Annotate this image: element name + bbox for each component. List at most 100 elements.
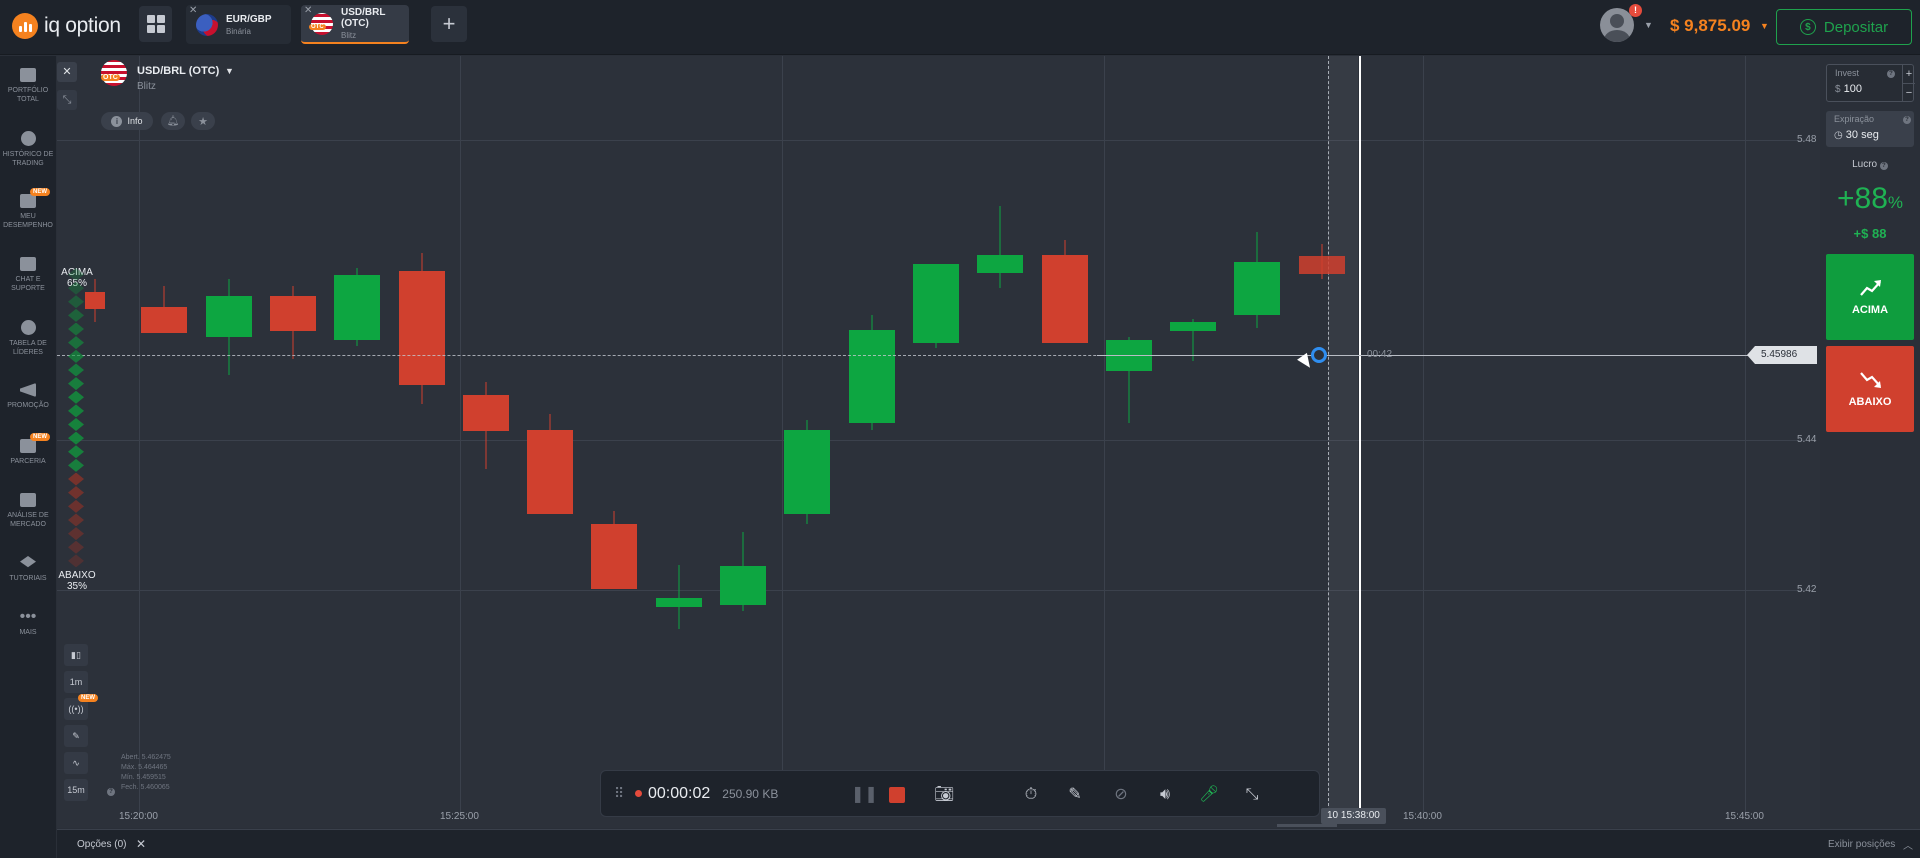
- add-tab-button[interactable]: +: [431, 6, 467, 42]
- close-chart-icon[interactable]: ✕: [57, 62, 77, 82]
- expiry-label: Expiração: [1834, 114, 1875, 124]
- candle: [269, 286, 316, 359]
- recording-size: 250.90 KB: [722, 786, 779, 801]
- camera-icon[interactable]: 📷︎: [934, 785, 954, 805]
- current-price-tag: 5.45986: [1747, 346, 1817, 364]
- collapse-icon[interactable]: ⤡: [57, 90, 77, 110]
- invest-field[interactable]: Invest ? $ 100 + −: [1826, 64, 1915, 102]
- x-tick-label: 15:25:00: [440, 811, 479, 822]
- tab-eur-gbp[interactable]: ✕ EUR/GBP Binária: [186, 5, 291, 44]
- interval-button[interactable]: 15m: [64, 779, 88, 801]
- indicators-button[interactable]: ∿: [64, 752, 88, 774]
- wave-icon: ∿: [72, 757, 80, 768]
- sidebar-item-more[interactable]: ••• MAIS: [0, 609, 56, 637]
- sentiment-chevron: [68, 295, 84, 309]
- candle-body: [1234, 262, 1281, 315]
- webcam-off-icon[interactable]: ⊘: [1111, 785, 1131, 805]
- asset-grid-button[interactable]: [139, 6, 172, 42]
- timeframe-button[interactable]: 1m: [64, 671, 88, 693]
- sentiment-chevron: [68, 486, 84, 500]
- asset-header[interactable]: OTC USD/BRL (OTC) ▼ Blitz: [101, 60, 234, 92]
- gridline-vertical: [1104, 56, 1105, 816]
- asset-chevron-down-icon[interactable]: ▼: [225, 66, 234, 76]
- deposit-label: Depositar: [1823, 18, 1889, 36]
- candle-body: [1298, 256, 1345, 274]
- tab-title: EUR/GBP: [226, 13, 272, 25]
- new-badge: NEW: [30, 188, 50, 196]
- speaker-icon[interactable]: 🔊︎: [1155, 785, 1175, 805]
- sidebar-item-market-analysis[interactable]: ANÁLISE DE MERCADO: [0, 493, 56, 529]
- sell-down-button[interactable]: ABAIXO: [1826, 346, 1914, 432]
- favorite-button[interactable]: ★: [191, 112, 215, 130]
- close-tab-icon[interactable]: ✕: [304, 5, 312, 16]
- buy-up-button[interactable]: ACIMA: [1826, 254, 1914, 340]
- sentiment-chevron: [68, 472, 84, 486]
- close-tab-icon[interactable]: ✕: [189, 5, 197, 16]
- sidebar-item-portfolio[interactable]: PORTFÓLIO TOTAL: [0, 68, 56, 104]
- microphone-icon[interactable]: 🎤︎: [1199, 785, 1219, 805]
- alert-button[interactable]: 🔔︎: [161, 112, 185, 130]
- candle: [205, 278, 252, 375]
- expiry-field[interactable]: Expiração ? ◷ 30 seg: [1826, 111, 1914, 147]
- sentiment-down-label: ABAIXO: [58, 570, 96, 581]
- asset-type: Blitz: [137, 81, 156, 92]
- sidebar-item-promotion[interactable]: PROMOÇÃO: [0, 383, 56, 410]
- drag-handle-icon[interactable]: ⠿: [614, 785, 624, 802]
- clock-icon: [20, 131, 36, 146]
- show-positions-link[interactable]: Exibir posições: [1828, 839, 1895, 850]
- sidebar-item-partnership[interactable]: NEW PARCERIA: [0, 433, 56, 466]
- candle: [1298, 243, 1345, 279]
- gridline-horizontal: [57, 140, 1807, 141]
- sentiment-chevron: [68, 390, 84, 404]
- sidebar-item-leaderboard[interactable]: TABELA DE LÍDERES: [0, 320, 56, 357]
- sidebar-item-history[interactable]: HISTÓRICO DE TRADING: [0, 131, 56, 168]
- deposit-button[interactable]: $ Depositar: [1776, 9, 1912, 45]
- grid-icon: [146, 15, 165, 33]
- gridline-horizontal: [57, 590, 1807, 591]
- stop-button[interactable]: [887, 785, 907, 805]
- options-tab[interactable]: Opções (0): [77, 839, 126, 850]
- help-icon[interactable]: ?: [1887, 70, 1895, 78]
- sidebar-item-tutorials[interactable]: TUTORIAIS: [0, 556, 56, 583]
- invest-value: $ 100: [1835, 83, 1862, 95]
- sentiment-chevron: [68, 458, 84, 472]
- pause-icon[interactable]: ❚❚: [851, 785, 878, 805]
- sidebar-item-performance[interactable]: NEW MEU DESEMPENHO: [0, 188, 56, 230]
- candle-body: [591, 524, 638, 589]
- logo[interactable]: iq option: [12, 12, 121, 40]
- candle: [655, 565, 702, 629]
- sentiment-chevron: [68, 308, 84, 322]
- chart-type-button[interactable]: ▮▯: [64, 644, 88, 666]
- decrease-button[interactable]: −: [1902, 83, 1915, 101]
- candle-body: [912, 263, 959, 343]
- minimize-icon[interactable]: ⤡: [1242, 785, 1262, 805]
- briefcase-icon: [20, 68, 36, 82]
- chevron-up-icon[interactable]: ︿: [1903, 837, 1913, 852]
- signal-icon: ((•)): [68, 704, 84, 714]
- recording-dot-icon: [635, 790, 642, 797]
- scroll-bar[interactable]: [1277, 824, 1337, 827]
- candle-wick: [999, 206, 1001, 288]
- analysis-icon: [20, 493, 36, 507]
- help-icon[interactable]: ?: [1903, 116, 1911, 124]
- sidebar-item-chat[interactable]: CHAT E SUPORTE: [0, 257, 56, 293]
- x-tick-label: 15:20:00: [119, 811, 158, 822]
- deposit-icon: $: [1799, 19, 1816, 35]
- dashboard-icon: [20, 194, 36, 208]
- pen-icon[interactable]: ✎: [1065, 785, 1085, 805]
- info-button[interactable]: i Info: [101, 112, 153, 130]
- timer-icon[interactable]: ⏱︎: [1021, 785, 1041, 805]
- chart-area[interactable]: 00:42 5.45986 ✕ ⤡ OTC USD/BRL (OTC) ▼ Bl…: [57, 56, 1820, 828]
- balance[interactable]: $ 9,875.09: [1670, 16, 1750, 36]
- candle-body: [269, 296, 316, 332]
- increase-button[interactable]: +: [1902, 65, 1915, 83]
- help-icon[interactable]: ?: [107, 788, 115, 796]
- avatar-chevron-down-icon[interactable]: ▼: [1644, 20, 1653, 30]
- candle: [462, 382, 509, 469]
- tab-usd-brl[interactable]: ✕ OTC USD/BRL (OTC) Blitz: [301, 5, 409, 44]
- sentiment-down: ABAIXO 35%: [57, 570, 97, 592]
- drawing-tools-button[interactable]: ✎: [64, 725, 88, 747]
- trade-marker-icon: [1311, 347, 1327, 363]
- balance-chevron-down-icon[interactable]: ▼: [1760, 21, 1769, 31]
- close-options-icon[interactable]: ✕: [136, 837, 146, 851]
